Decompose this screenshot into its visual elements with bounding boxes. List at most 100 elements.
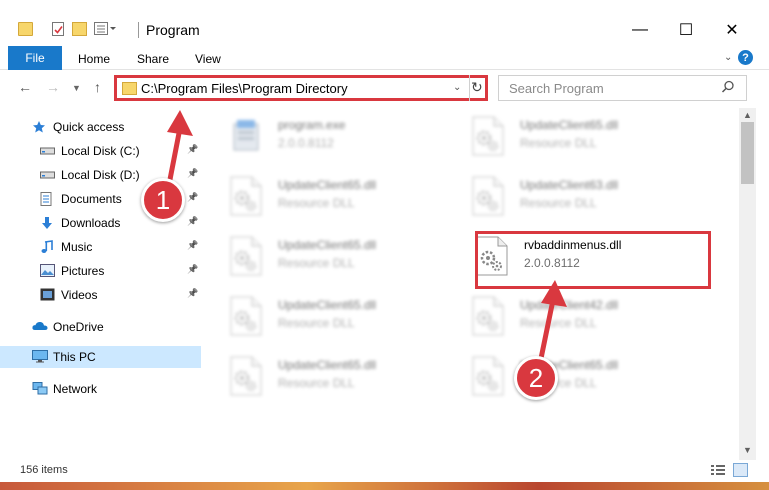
file-description: Resource DLL (278, 256, 355, 270)
refresh-icon[interactable]: ↻ (471, 79, 483, 96)
computer-icon (32, 350, 48, 363)
forward-arrow-icon[interactable]: → (46, 79, 60, 95)
nav-item-label: This PC (53, 350, 96, 364)
nav-item[interactable]: OneDrive (0, 316, 201, 338)
pin-icon[interactable]: 📌 (187, 168, 198, 179)
nav-item[interactable]: Network (0, 378, 201, 400)
dll-file-icon (472, 116, 504, 156)
scroll-down-icon[interactable]: ▼ (743, 445, 752, 455)
tiles-view-icon[interactable] (733, 463, 748, 477)
nav-item[interactable]: Quick access (0, 116, 201, 138)
dll-file-icon (230, 356, 262, 396)
nav-item-label: Documents (61, 192, 122, 206)
network-icon (32, 382, 48, 395)
onedrive-icon (32, 320, 48, 333)
pin-icon[interactable]: 📌 (187, 240, 198, 251)
ribbon-tabs: File Home Share View ⌄ ? (0, 44, 769, 70)
file-item[interactable]: UpdateClient65.dll Resource DLL (230, 232, 460, 280)
window-title: Program (146, 22, 200, 38)
item-count: 156 items (20, 464, 68, 476)
nav-item[interactable]: Pictures 📌 (0, 260, 201, 282)
nav-item-label: Downloads (61, 216, 121, 230)
file-item[interactable]: UpdateClient65.dll Resource DLL (230, 352, 460, 400)
nav-item-label: Videos (61, 288, 98, 302)
file-description: Resource DLL (278, 316, 355, 330)
star-icon (32, 120, 46, 133)
minimize-button[interactable]: — (617, 16, 663, 44)
pin-icon[interactable]: 📌 (187, 216, 198, 227)
navigation-pane: Quick access Local Disk (C:) 📌 Local Disk (… (0, 108, 205, 458)
file-name: UpdateClient42.dll (520, 298, 619, 312)
address-bar[interactable]: C:\Program Files\Program Directory ⌄ ↻ (114, 75, 488, 101)
recent-locations-icon[interactable]: ▼ (72, 83, 81, 93)
back-arrow-icon[interactable]: ← (18, 79, 32, 95)
up-arrow-icon[interactable]: ↑ (94, 79, 101, 95)
file-item[interactable]: UpdateClient65.dll Resource DLL (472, 112, 702, 160)
nav-item-label: Pictures (61, 264, 105, 278)
navigation-bar: ← → ▼ ↑ C:\Program Files\Program Directo… (0, 71, 769, 105)
address-path[interactable]: C:\Program Files\Program Directory (141, 81, 348, 96)
file-item[interactable]: UpdateClient65.dll Resource DLL (230, 172, 460, 220)
tab-file[interactable]: File (8, 46, 62, 70)
vertical-scrollbar[interactable]: ▲ ▼ (739, 108, 756, 460)
videos-icon (40, 288, 55, 301)
callout-badge-2: 2 (514, 356, 558, 400)
file-item[interactable]: UpdateClient65.dll Resource DLL (472, 352, 702, 400)
file-item[interactable]: UpdateClient65.dll Resource DLL (230, 292, 460, 340)
scroll-up-icon[interactable]: ▲ (743, 110, 752, 120)
highlight-box (475, 231, 711, 289)
file-description: Resource DLL (520, 136, 597, 150)
title-bar: Program — ☐ ✕ (0, 0, 769, 44)
dll-file-icon (230, 236, 262, 276)
dll-file-icon (472, 356, 504, 396)
folder-icon (18, 22, 33, 36)
search-icon[interactable] (721, 80, 735, 94)
file-name: UpdateClient65.dll (278, 298, 377, 312)
customize-toolbar-icon[interactable] (94, 22, 116, 36)
file-item[interactable]: UpdateClient63.dll Resource DLL (472, 172, 702, 220)
nav-item[interactable]: Videos 📌 (0, 284, 201, 306)
file-item[interactable]: UpdateClient42.dll Resource DLL (472, 292, 702, 340)
file-description: Resource DLL (520, 196, 597, 210)
exe-file-icon (230, 116, 262, 156)
tab-share[interactable]: Share (137, 52, 169, 66)
documents-icon (40, 192, 54, 206)
chevron-down-icon[interactable]: ⌄ (453, 82, 461, 93)
tab-home[interactable]: Home (78, 52, 110, 66)
details-view-icon[interactable] (711, 464, 725, 476)
file-name: UpdateClient65.dll (278, 178, 377, 192)
tab-view[interactable]: View (195, 52, 221, 66)
dll-file-icon (230, 296, 262, 336)
search-input[interactable]: Search Program (498, 75, 747, 101)
dll-file-icon (230, 176, 262, 216)
nav-item[interactable]: Local Disk (C:) 📌 (0, 140, 201, 162)
title-separator (138, 22, 139, 38)
file-description: Resource DLL (278, 196, 355, 210)
nav-item[interactable]: Music 📌 (0, 236, 201, 258)
nav-item[interactable]: This PC (0, 346, 201, 368)
search-placeholder: Search Program (509, 81, 604, 96)
file-name: UpdateClient65.dll (520, 118, 619, 132)
nav-item-label: Music (61, 240, 93, 254)
file-name: UpdateClient63.dll (520, 178, 619, 192)
pin-icon[interactable]: 📌 (187, 144, 198, 155)
pin-icon[interactable]: 📌 (187, 264, 198, 275)
callout-badge-1: 1 (141, 178, 185, 222)
new-folder-icon[interactable] (72, 22, 87, 36)
pin-icon[interactable]: 📌 (187, 192, 198, 203)
dll-file-icon (472, 176, 504, 216)
help-icon[interactable]: ? (738, 50, 753, 65)
expand-ribbon-icon[interactable]: ⌄ (724, 52, 732, 63)
nav-item-label: Quick access (53, 120, 125, 134)
file-item[interactable]: program.exe 2.0.0.8112 (230, 112, 460, 160)
drive-icon (40, 168, 55, 181)
scroll-thumb[interactable] (741, 122, 754, 184)
maximize-button[interactable]: ☐ (663, 16, 709, 44)
file-name: program.exe (278, 118, 346, 132)
status-bar: 156 items (0, 460, 769, 482)
music-icon (40, 240, 54, 253)
properties-check-icon[interactable] (52, 22, 64, 36)
close-button[interactable]: ✕ (709, 16, 755, 44)
nav-item-label: Network (53, 382, 98, 396)
pin-icon[interactable]: 📌 (187, 288, 198, 299)
